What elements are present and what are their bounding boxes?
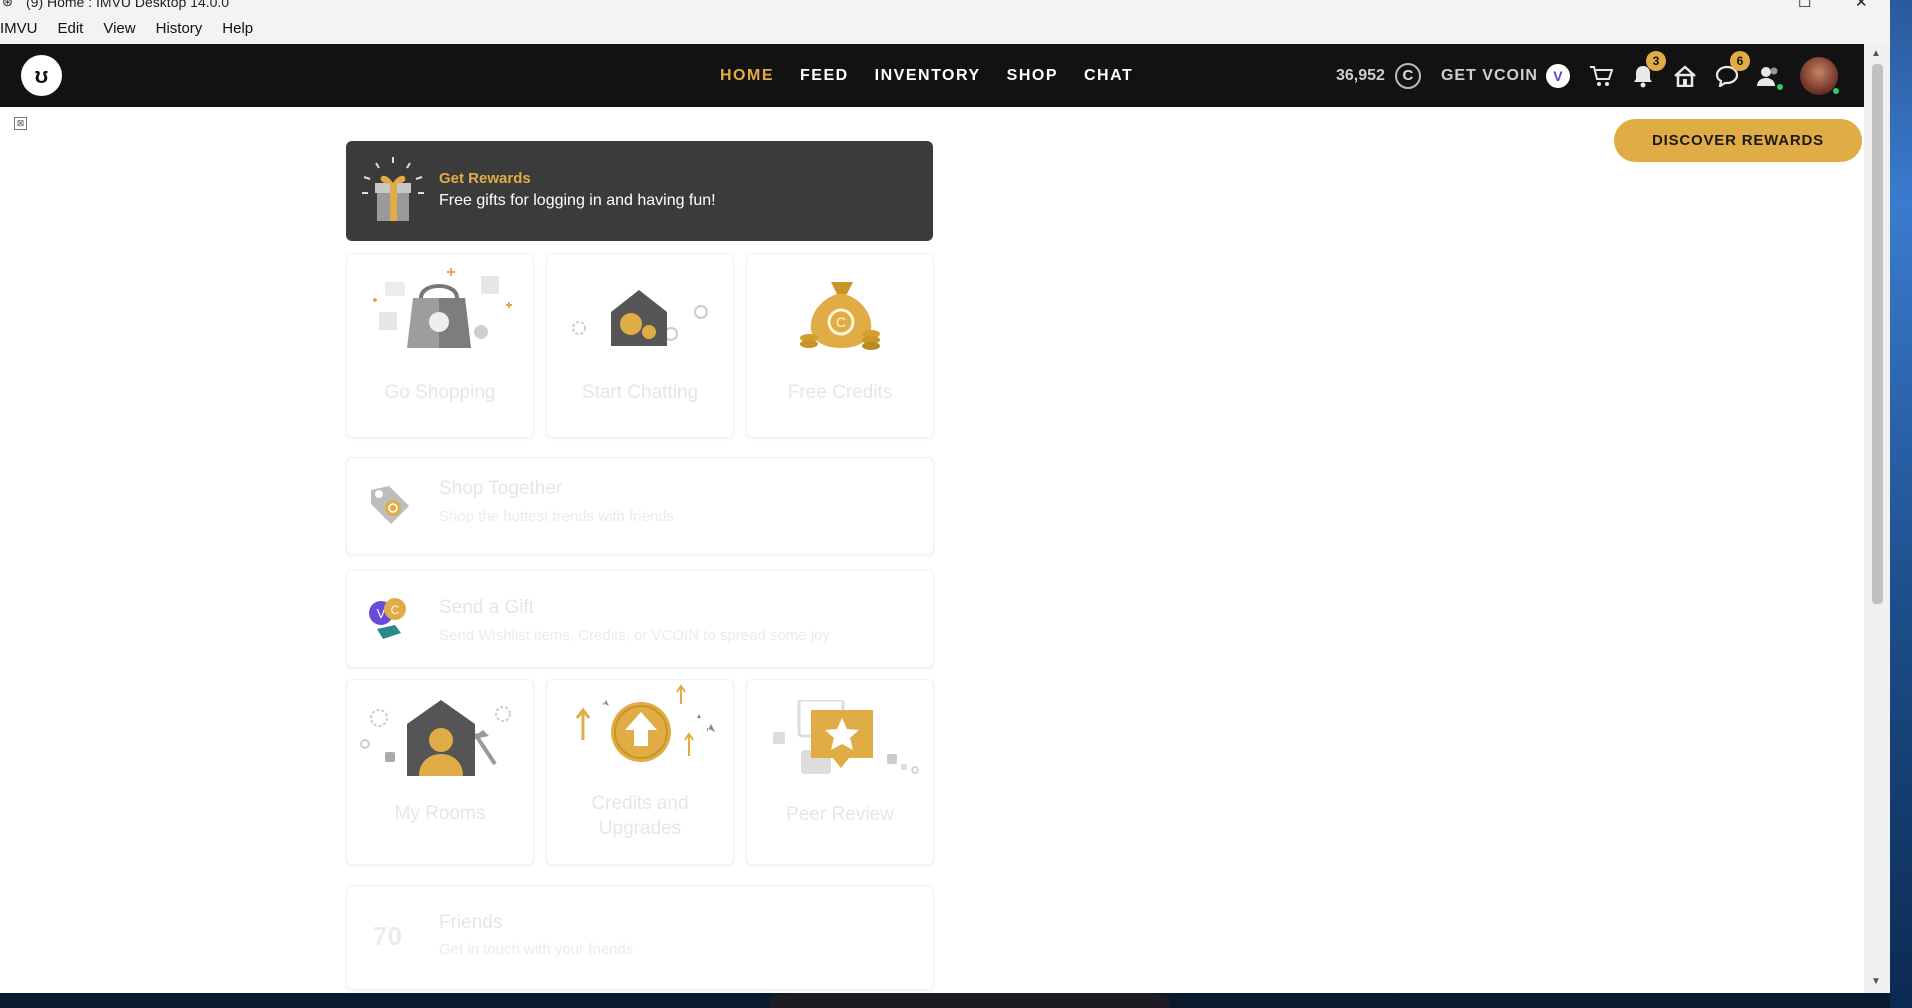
start-chatting-label: Start Chatting	[581, 382, 699, 403]
rewards-subtitle: Free gifts for logging in and having fun…	[439, 192, 716, 209]
friends-title: Friends	[439, 912, 503, 933]
nav-tabs: HOME FEED INVENTORY SHOP CHAT	[720, 44, 1159, 107]
broken-image-icon: ⊠	[14, 117, 27, 130]
svg-text:C: C	[391, 603, 400, 617]
main-content: ⊠ DISCOVER REWARDS Get Rewards Free gift…	[0, 107, 1864, 993]
discover-rewards-button[interactable]: DISCOVER REWARDS	[1614, 119, 1862, 162]
send-gift-subtitle: Send Wishlist items, Credits, or VCOIN t…	[439, 627, 830, 644]
star-review-icon	[773, 700, 919, 774]
svg-text:C: C	[836, 314, 846, 330]
window-title: (9) Home : IMVU Desktop 14.0.0	[26, 0, 230, 10]
tab-chat[interactable]: CHAT	[1084, 67, 1133, 85]
credits-icon: C	[1394, 62, 1421, 89]
messages-icon[interactable]: 6	[1714, 50, 1750, 89]
credits-upgrades-tile[interactable]: Credits and Upgrades	[546, 679, 734, 865]
imvu-app-icon: ⊛	[2, 0, 13, 9]
tab-feed[interactable]: FEED	[800, 67, 849, 85]
my-rooms-label: My Rooms	[394, 803, 486, 824]
menu-bar: IMVU Edit View History Help	[0, 12, 1890, 44]
send-gift-title: Send a Gift	[439, 597, 535, 618]
rewards-title: Get Rewards	[439, 170, 531, 187]
vertical-scrollbar[interactable]: ▲ ▼	[1864, 44, 1890, 993]
friends-tile[interactable]: 70 Friends Get in touch with your friend…	[346, 885, 934, 990]
online-status-dot	[1775, 82, 1784, 91]
tab-inventory[interactable]: INVENTORY	[875, 67, 981, 85]
menu-view[interactable]: View	[103, 20, 135, 37]
title-bar: ⊛ (9) Home : IMVU Desktop 14.0.0 ☐ ✕	[0, 0, 1890, 12]
gift-icon	[362, 157, 424, 221]
friends-count: 70	[373, 921, 402, 951]
imvu-logo-icon[interactable]: ʊ	[21, 55, 62, 96]
notifications-badge: 3	[1645, 50, 1666, 71]
cart-icon[interactable]	[1588, 63, 1614, 89]
tab-shop[interactable]: SHOP	[1007, 67, 1058, 85]
avatar[interactable]	[1799, 56, 1840, 95]
menu-help[interactable]: Help	[222, 20, 253, 37]
coins-gift-icon: V C	[369, 598, 406, 639]
room-house-icon	[360, 700, 511, 776]
home-room-icon[interactable]	[1672, 63, 1698, 89]
close-button[interactable]: ✕	[1855, 0, 1868, 11]
tag-icon	[371, 486, 409, 524]
money-bag-icon: C	[800, 282, 880, 350]
scroll-thumb[interactable]	[1872, 64, 1883, 604]
send-gift-tile[interactable]: V C Send a Gift Send Wishlist items, Cre…	[346, 570, 934, 668]
maximize-button[interactable]: ☐	[1798, 0, 1811, 11]
scroll-down-arrow-icon[interactable]: ▼	[1871, 976, 1881, 987]
my-rooms-tile[interactable]: My Rooms	[346, 679, 534, 865]
peer-review-tile[interactable]: Peer Review	[746, 679, 934, 865]
friends-subtitle: Get in touch with your friends	[439, 941, 634, 958]
tab-home[interactable]: HOME	[720, 67, 774, 85]
rewards-banner[interactable]: Get Rewards Free gifts for logging in an…	[346, 141, 933, 241]
shopping-bag-icon	[373, 268, 512, 348]
avatar-online-dot	[1831, 86, 1840, 95]
go-shopping-tile[interactable]: Go Shopping	[346, 253, 534, 438]
chat-house-icon	[572, 290, 708, 346]
free-credits-tile[interactable]: C Free Credits	[746, 253, 934, 438]
menu-history[interactable]: History	[156, 20, 203, 37]
free-credits-label: Free Credits	[787, 382, 893, 403]
upgrade-arrow-icon	[575, 684, 715, 762]
menu-imvu[interactable]: IMVU	[0, 20, 38, 37]
desktop-edge	[1890, 0, 1912, 1008]
go-shopping-label: Go Shopping	[384, 382, 496, 403]
shop-together-subtitle: Shop the hottest trends with friends	[439, 508, 675, 525]
shop-together-title: Shop Together	[439, 478, 563, 499]
top-navigation: ʊ HOME FEED INVENTORY SHOP CHAT 36,952 C…	[0, 44, 1864, 107]
get-vcoin-link[interactable]: GET VCOIN	[1441, 67, 1538, 85]
peer-review-label: Peer Review	[786, 804, 894, 825]
credits-upgrades-label: Credits and Upgrades	[591, 793, 689, 839]
start-chatting-tile[interactable]: Start Chatting	[546, 253, 734, 438]
friends-icon[interactable]	[1756, 63, 1784, 91]
vcoin-icon[interactable]: V	[1545, 63, 1570, 88]
messages-badge: 6	[1729, 50, 1750, 71]
credits-balance: 36,952	[1336, 66, 1385, 84]
notifications-bell-icon[interactable]: 3	[1630, 50, 1666, 89]
nav-right-group: 36,952 C GET VCOIN V 3 6	[1336, 44, 1840, 107]
menu-edit[interactable]: Edit	[58, 20, 84, 37]
shop-together-tile[interactable]: Shop Together Shop the hottest trends wi…	[346, 457, 934, 555]
scroll-up-arrow-icon[interactable]: ▲	[1871, 48, 1881, 59]
